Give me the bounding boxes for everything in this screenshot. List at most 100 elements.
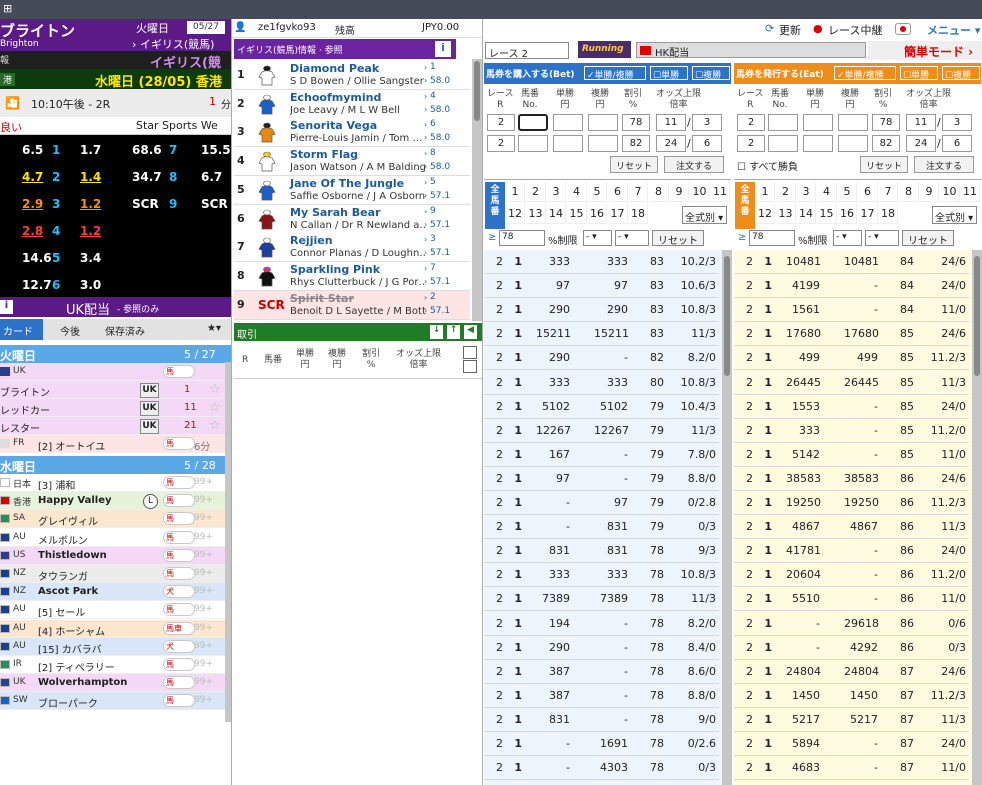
sell-order-row[interactable]: 2 1 38583 38583 86 24/6 xyxy=(734,467,969,491)
horse-row[interactable]: 6 My Sarah Bear N Callan / Dr R Newland a…… xyxy=(234,204,470,234)
info-icon[interactable]: i xyxy=(435,41,451,57)
sell-order-input[interactable]: 2 xyxy=(737,114,765,131)
venue-row[interactable]: AU [4] ホーシャム 馬車 99+ xyxy=(0,619,225,638)
horse-number-button[interactable]: 5 xyxy=(588,182,607,202)
horse-number-button[interactable]: 3 xyxy=(797,182,816,202)
buy-order-row[interactable]: 2 1 15211 15211 83 11/3 xyxy=(484,322,719,347)
buy-order-row[interactable]: 2 1 7389 7389 78 11/3 xyxy=(484,587,719,612)
venue-row[interactable]: NZ Ascot Park 犬 99+ xyxy=(0,583,225,602)
sound-icon[interactable]: ◀ xyxy=(464,325,477,339)
sell-place-checkbox[interactable]: ☐複勝 xyxy=(942,66,980,81)
arrow-down-icon[interactable]: ↓ xyxy=(430,325,443,339)
buy-win-checkbox[interactable]: ☐単勝 xyxy=(650,66,688,81)
horse-number-button[interactable]: 5 xyxy=(838,182,857,202)
camera-icon[interactable]: 🎦 xyxy=(5,96,20,110)
buy-order-input[interactable]: 24 xyxy=(656,135,686,152)
arrow-up-icon[interactable]: ↑ xyxy=(447,325,460,339)
venue-row[interactable]: UK 馬 xyxy=(0,363,225,381)
horse-row[interactable]: 4 Storm Flag Jason Watson / A M Balding 8 58… xyxy=(234,147,470,177)
buy-order-input[interactable] xyxy=(553,114,583,131)
buy-order-row[interactable]: 2 1 5102 5102 79 10.4/3 xyxy=(484,395,719,419)
buy-order-input[interactable] xyxy=(588,135,618,152)
sell-order-row[interactable]: 2 1 41781 - 86 24/0 xyxy=(734,539,969,564)
sell-order-row[interactable]: 2 1 4199 - 84 24/0 xyxy=(734,274,969,299)
buy-limit-select[interactable]: 78 xyxy=(499,230,545,246)
sell-order-row[interactable]: 2 1 26445 26445 85 11/3 xyxy=(734,371,969,395)
japan-flag-icon[interactable] xyxy=(895,23,911,35)
buy-order-row[interactable]: 2 1 333 333 83 10.2/3 xyxy=(484,250,719,274)
sell-order-input[interactable]: 78 xyxy=(872,114,900,131)
venue-row[interactable]: FR [2] オートイユ 馬 6分 xyxy=(0,435,225,453)
horse-number-button[interactable]: 7 xyxy=(879,182,898,202)
venue-row[interactable]: NZ タウランガ 馬 99+ xyxy=(0,565,225,583)
sell-order-row[interactable]: 2 1 1450 1450 87 11.2/3 xyxy=(734,684,969,708)
horse-number-button[interactable]: 13 xyxy=(526,204,546,224)
refresh-icon[interactable]: ⟳ xyxy=(765,22,774,35)
buy-order-input[interactable] xyxy=(588,114,618,131)
horse-row[interactable]: 2 Echoofmymind Joe Leavy / M L W Bell 4 58.0… xyxy=(234,89,470,119)
sell-limit-to-select[interactable]: - ▾ xyxy=(865,230,899,246)
buy-order-row[interactable]: 2 1 831 831 78 9/3 xyxy=(484,539,719,564)
sell-filter-reset-button[interactable]: リセット xyxy=(902,230,954,247)
horse-number-button[interactable]: 17 xyxy=(858,204,878,224)
sell-order-row[interactable]: 2 1 4683 - 87 11/0 xyxy=(734,756,969,781)
horse-number-button[interactable]: 18 xyxy=(629,204,648,224)
tab-saved[interactable]: 保存済み xyxy=(105,323,145,338)
sell-win-checkbox[interactable]: ☐単勝 xyxy=(900,66,938,81)
buy-order-input[interactable]: 11 xyxy=(656,114,686,131)
horse-number-button[interactable]: 3 xyxy=(547,182,566,202)
horse-number-button[interactable]: 8 xyxy=(649,182,669,202)
sell-order-row[interactable]: 2 1 19250 19250 86 11.2/3 xyxy=(734,491,969,515)
star-icon[interactable]: ☆ xyxy=(209,400,221,415)
sell-order-input[interactable] xyxy=(803,135,833,152)
venue-row[interactable]: AU [5] セール 馬 99+ xyxy=(0,601,225,620)
horse-number-button[interactable]: 14 xyxy=(547,204,566,224)
sell-order-row[interactable]: 2 1 20604 - 86 11.2/0 xyxy=(734,563,969,588)
buy-all-horses-button[interactable]: 全馬番 xyxy=(485,182,505,229)
buy-order-row[interactable]: 2 1 - 97 79 0/2.8 xyxy=(484,491,719,515)
buy-limit-to-select[interactable]: - ▾ xyxy=(615,230,649,246)
horse-number-button[interactable]: 10 xyxy=(690,182,710,202)
buy-order-row[interactable]: 2 1 - 831 79 0/3 xyxy=(484,515,719,540)
sell-order-input[interactable] xyxy=(803,114,833,131)
buy-order-row[interactable]: 2 1 12267 12267 79 11/3 xyxy=(484,419,719,443)
sell-order-row[interactable]: 2 1 24804 24804 87 24/6 xyxy=(734,660,969,684)
horse-number-button[interactable]: 1 xyxy=(506,182,525,202)
horse-row[interactable]: 8 Sparkling Pink Rhys Clutterbuck / J G Po… xyxy=(234,261,470,291)
sell-order-row[interactable]: 2 1 - 4292 86 0/3 xyxy=(734,636,969,660)
sell-order-input[interactable]: 82 xyxy=(872,135,900,152)
sell-order-button[interactable]: 注文する xyxy=(914,156,974,173)
sell-order-row[interactable]: 2 1 1561 - 84 11/0 xyxy=(734,298,969,323)
hk-payout-select[interactable]: HK配当 xyxy=(636,42,866,59)
buy-order-input[interactable]: 3 xyxy=(692,114,722,131)
sell-order-row[interactable]: 2 1 5510 - 86 11/0 xyxy=(734,587,969,612)
buy-order-input[interactable]: 6 xyxy=(692,135,722,152)
sell-order-input[interactable] xyxy=(838,135,868,152)
race-select[interactable]: レース 2 xyxy=(485,42,569,60)
sell-order-row[interactable]: 2 1 333 - 85 11.2/0 xyxy=(734,419,969,443)
horse-row[interactable]: 1 Diamond Peak S D Bowen / Ollie Sangster 1… xyxy=(234,61,470,90)
horse-number-button[interactable]: 18 xyxy=(879,204,898,224)
horse-number-button[interactable]: 9 xyxy=(670,182,689,202)
horse-number-button[interactable]: 16 xyxy=(838,204,857,224)
buy-order-input[interactable] xyxy=(518,135,548,152)
live-icon[interactable]: ● xyxy=(813,22,823,35)
horse-number-button[interactable]: 2 xyxy=(776,182,796,202)
buy-order-row[interactable]: 2 1 333 333 78 10.8/3 xyxy=(484,563,719,588)
star-icon[interactable]: ☆ xyxy=(209,382,221,397)
sell-order-row[interactable]: 2 1 499 499 85 11.2/3 xyxy=(734,346,969,371)
horse-number-button[interactable]: 6 xyxy=(858,182,878,202)
horse-number-button[interactable]: 15 xyxy=(817,204,837,224)
buy-bet-type-select[interactable]: 全式別 ▾ xyxy=(682,206,727,224)
buy-order-row[interactable]: 2 1 387 - 78 8.8/0 xyxy=(484,684,719,708)
sell-order-row[interactable]: 2 1 - 29618 86 0/6 xyxy=(734,612,969,636)
buy-order-row[interactable]: 2 1 290 - 82 8.2/0 xyxy=(484,346,719,371)
buy-order-input[interactable]: 78 xyxy=(622,114,650,131)
buy-scrollbar[interactable] xyxy=(722,250,732,785)
horse-number-button[interactable]: 14 xyxy=(797,204,816,224)
horse-number-button[interactable]: 1 xyxy=(756,182,775,202)
buy-order-row[interactable]: 2 1 290 - 78 8.4/0 xyxy=(484,636,719,660)
horse-number-button[interactable]: 12 xyxy=(506,204,525,224)
horse-number-button[interactable]: 8 xyxy=(899,182,919,202)
sell-order-input[interactable] xyxy=(768,135,798,152)
